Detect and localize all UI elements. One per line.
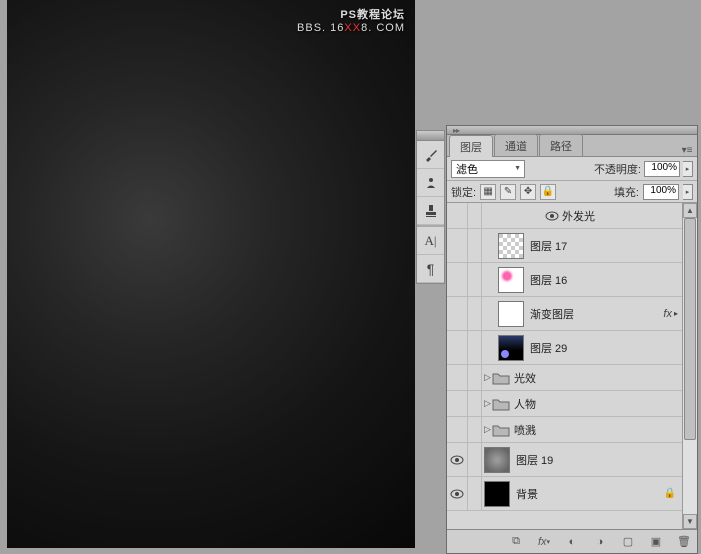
expand-triangle-icon[interactable]: ▷ <box>482 398 492 409</box>
chevron-right-icon[interactable]: ▸ <box>674 309 678 318</box>
lock-icon: 🔒 <box>664 488 676 499</box>
layer-thumbnail[interactable] <box>498 267 524 293</box>
eye-icon <box>450 489 464 499</box>
layer-row[interactable]: 图层 19 <box>447 443 682 477</box>
stamp-tool-icon[interactable] <box>417 197 444 225</box>
opacity-label: 不透明度: <box>594 161 641 177</box>
blend-opacity-row: 滤色 不透明度: 100% ▸ <box>447 157 697 181</box>
fx-indicator[interactable]: fx▸ <box>663 308 678 320</box>
fx-icon[interactable]: fx▾ <box>535 534 553 550</box>
fill-label: 填充: <box>614 184 639 200</box>
panel-menu-icon[interactable]: ▾≡ <box>677 145 697 156</box>
layers-scroll-area: 外发光 图层 17 图层 16 渐变图层 <box>447 203 697 529</box>
lock-position-icon[interactable]: ✥ <box>520 184 536 200</box>
layers-panel-footer: ⧉ fx▾ ◐ ◑ ▢ ▣ 🗑 <box>447 529 697 553</box>
lock-pixels-icon[interactable]: ✎ <box>500 184 516 200</box>
new-layer-icon[interactable]: ▣ <box>647 534 665 550</box>
layer-group-row[interactable]: ▷ 喷溅 <box>447 417 682 443</box>
visibility-toggle[interactable] <box>447 443 468 476</box>
layer-thumbnail[interactable] <box>484 481 510 507</box>
scroll-up-icon[interactable]: ▲ <box>683 203 697 218</box>
layer-name-label[interactable]: 图层 16 <box>530 272 567 288</box>
effect-visibility-icon[interactable] <box>542 211 562 221</box>
layers-list: 外发光 图层 17 图层 16 渐变图层 <box>447 203 682 529</box>
folder-icon <box>492 423 510 437</box>
visibility-toggle[interactable] <box>447 263 468 296</box>
layers-panel: ▸ ▸ 图层 通道 路径 ▾≡ 滤色 不透明度: 100% ▸ 锁定: ▦ ✎ ✥… <box>446 125 698 554</box>
layer-row[interactable]: 图层 17 <box>447 229 682 263</box>
layer-thumbnail[interactable] <box>484 447 510 473</box>
scroll-down-icon[interactable]: ▼ <box>683 514 697 529</box>
visibility-toggle[interactable] <box>447 391 468 416</box>
adjustment-icon[interactable]: ◑ <box>591 534 609 550</box>
tab-layers[interactable]: 图层 <box>449 135 493 157</box>
blend-mode-select[interactable]: 滤色 <box>451 160 525 178</box>
layer-thumbnail[interactable] <box>498 335 524 361</box>
new-folder-icon[interactable]: ▢ <box>619 534 637 550</box>
eye-icon <box>450 455 464 465</box>
layer-row-background[interactable]: 背景 🔒 <box>447 477 682 511</box>
folder-icon <box>492 371 510 385</box>
tool-strip: A| ¶ <box>416 130 445 284</box>
visibility-toggle[interactable] <box>447 229 468 262</box>
panel-tabs: 图层 通道 路径 ▾≡ <box>447 135 697 157</box>
visibility-toggle[interactable] <box>447 203 468 228</box>
mask-icon[interactable]: ◐ <box>563 534 581 550</box>
visibility-toggle[interactable] <box>447 297 468 330</box>
lock-fill-row: 锁定: ▦ ✎ ✥ 🔒 填充: 100% ▸ <box>447 181 697 203</box>
layer-name-label[interactable]: 人物 <box>514 396 536 412</box>
lock-transparency-icon[interactable]: ▦ <box>480 184 496 200</box>
watermark-line1: PS教程论坛 <box>297 6 405 22</box>
scrollbar[interactable]: ▲ ▼ <box>682 203 697 529</box>
layer-thumbnail[interactable] <box>498 233 524 259</box>
expand-triangle-icon[interactable]: ▷ <box>482 372 492 383</box>
layer-name-label[interactable]: 图层 29 <box>530 340 567 356</box>
visibility-toggle[interactable] <box>447 331 468 364</box>
clone-tool-icon[interactable] <box>417 169 444 197</box>
watermark-line2: BBS. 16XX8. COM <box>297 22 405 34</box>
lock-all-icon[interactable]: 🔒 <box>540 184 556 200</box>
visibility-toggle[interactable] <box>447 417 468 442</box>
canvas[interactable]: PS教程论坛 BBS. 16XX8. COM <box>7 0 415 548</box>
tab-paths[interactable]: 路径 <box>539 134 583 156</box>
lock-label: 锁定: <box>451 184 476 200</box>
scroll-thumb[interactable] <box>684 218 696 440</box>
brush-tool-icon[interactable] <box>417 141 444 169</box>
toolstrip-grip[interactable] <box>417 131 444 141</box>
opacity-flyout-icon[interactable]: ▸ <box>683 161 693 177</box>
layer-name-label[interactable]: 图层 17 <box>530 238 567 254</box>
tab-channels[interactable]: 通道 <box>494 134 538 156</box>
link-layers-icon[interactable]: ⧉ <box>507 534 525 550</box>
layer-row[interactable]: 图层 29 <box>447 331 682 365</box>
layer-group-row[interactable]: ▷ 光效 <box>447 365 682 391</box>
paragraph-tool-icon[interactable]: ¶ <box>417 255 444 283</box>
layer-name-label[interactable]: 图层 19 <box>516 452 553 468</box>
fill-input[interactable]: 100% <box>643 184 679 200</box>
layer-row[interactable]: 图层 16 <box>447 263 682 297</box>
layer-name-label[interactable]: 喷溅 <box>514 422 536 438</box>
opacity-input[interactable]: 100% <box>644 161 680 177</box>
visibility-toggle[interactable] <box>447 365 468 390</box>
text-tool-icon[interactable]: A| <box>417 227 444 255</box>
effect-row-outer-glow[interactable]: 外发光 <box>447 203 682 229</box>
layer-name-label[interactable]: 背景 <box>516 486 538 502</box>
layer-row[interactable]: 渐变图层 fx▸ <box>447 297 682 331</box>
fill-flyout-icon[interactable]: ▸ <box>683 184 693 200</box>
layer-name-label[interactable]: 渐变图层 <box>530 306 574 322</box>
trash-icon[interactable]: 🗑 <box>675 534 693 550</box>
layer-group-row[interactable]: ▷ 人物 <box>447 391 682 417</box>
expand-triangle-icon[interactable]: ▷ <box>482 424 492 435</box>
folder-icon <box>492 397 510 411</box>
layer-name-label[interactable]: 光效 <box>514 370 536 386</box>
layer-thumbnail[interactable] <box>498 301 524 327</box>
effect-name: 外发光 <box>562 208 595 224</box>
visibility-toggle[interactable] <box>447 477 468 510</box>
watermark: PS教程论坛 BBS. 16XX8. COM <box>297 6 405 34</box>
scroll-track[interactable] <box>683 218 697 514</box>
